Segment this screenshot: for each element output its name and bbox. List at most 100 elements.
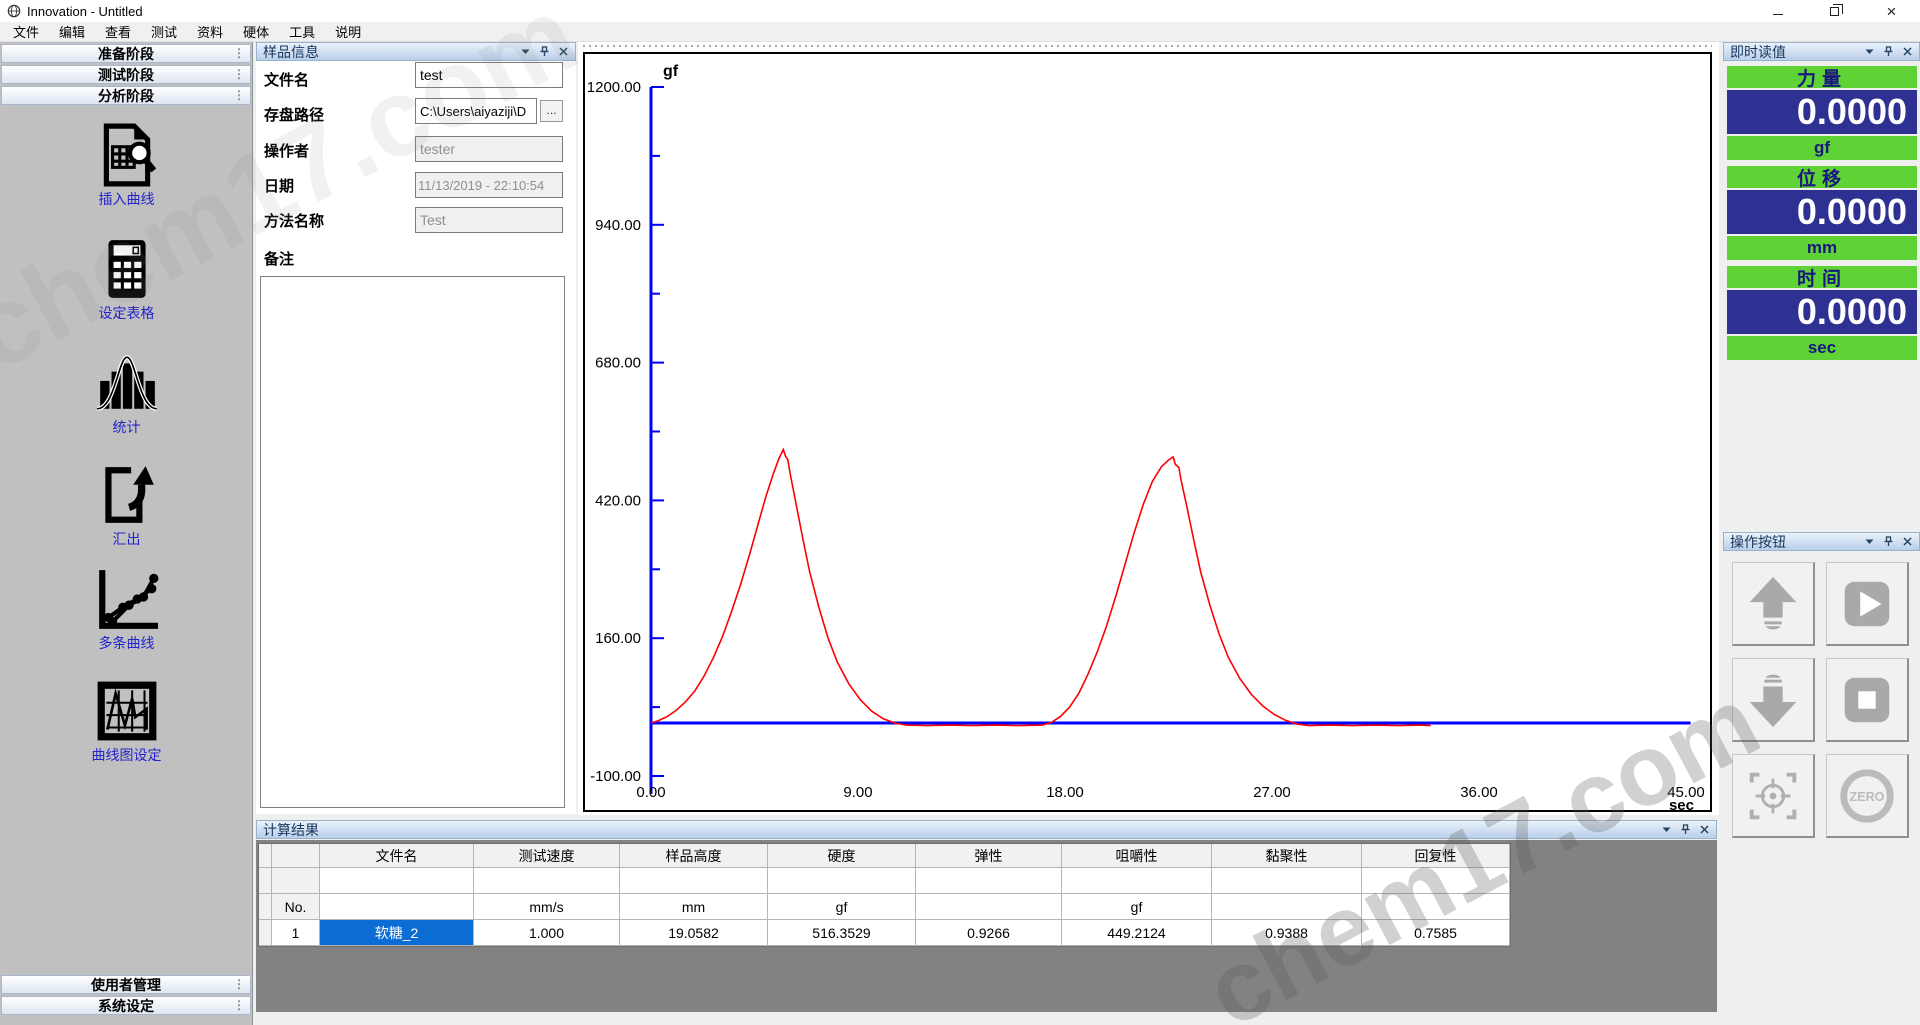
empty-cell	[474, 868, 620, 894]
tool-chart-settings[interactable]: 曲线图设定	[0, 678, 253, 765]
empty-cell	[272, 868, 320, 894]
tool-statistics[interactable]: 统计	[0, 350, 253, 437]
menu-hardware[interactable]: 硬体	[240, 22, 272, 41]
file-name-label: 文件名	[264, 69, 309, 90]
chevron-down-icon[interactable]	[1864, 46, 1875, 57]
save-path-input[interactable]: C:\Users\aiyaziji\D	[415, 98, 537, 124]
pin-icon[interactable]	[1883, 46, 1894, 57]
date-label: 日期	[264, 175, 294, 196]
sidebar-item-test-stage[interactable]: 测试阶段⋮	[1, 65, 251, 84]
grip-dots-icon: ⋮	[233, 977, 245, 991]
column-header: 咀嚼性	[1062, 844, 1212, 868]
chewiness-cell[interactable]: 449.2124	[1062, 920, 1212, 946]
app-icon	[7, 4, 21, 18]
probe-up-button[interactable]	[1732, 562, 1815, 646]
probe-down-button[interactable]	[1732, 658, 1815, 742]
menu-tools[interactable]: 工具	[286, 22, 318, 41]
menu-file[interactable]: 文件	[10, 22, 42, 41]
operator-input: tester	[415, 136, 563, 162]
column-header: 测试速度	[474, 844, 620, 868]
svg-text:27.00: 27.00	[1253, 784, 1291, 801]
browse-button[interactable]: ...	[540, 100, 563, 122]
column-header: 硬度	[768, 844, 916, 868]
svg-text:ZERO: ZERO	[1850, 789, 1885, 803]
sidebar-item-system-settings[interactable]: 系统设定⋮	[1, 996, 251, 1015]
minimize-icon	[1773, 14, 1783, 15]
close-icon[interactable]	[558, 46, 569, 57]
file-name-input[interactable]: test	[415, 62, 563, 88]
menu-edit[interactable]: 编辑	[56, 22, 88, 41]
row-number-cell[interactable]: 1	[272, 920, 320, 946]
force-reading-label: 力量	[1727, 66, 1917, 88]
grip-dots-icon: ⋮	[233, 46, 245, 60]
row-selector-cell[interactable]	[259, 920, 272, 946]
chart-canvas: 1200.00940.00680.00420.00160.00-100.000.…	[585, 54, 1710, 810]
calculator-icon	[94, 236, 160, 302]
sidebar-item-analysis-stage[interactable]: 分析阶段⋮	[1, 86, 251, 105]
unit-cell	[1212, 894, 1362, 920]
statistics-icon	[94, 350, 160, 416]
results-table: 文件名 测试速度 样品高度 硬度 弹性 咀嚼性 黏聚性 回复性 No. mm/s…	[258, 843, 1511, 947]
sidebar-item-user-management[interactable]: 使用者管理⋮	[1, 975, 251, 994]
grip-dots-icon: ⋮	[233, 67, 245, 81]
column-header: 黏聚性	[1212, 844, 1362, 868]
resilience-cell[interactable]: 0.7585	[1362, 920, 1510, 946]
restore-button[interactable]	[1806, 0, 1863, 22]
empty-cell	[1062, 868, 1212, 894]
pin-icon[interactable]	[539, 46, 550, 57]
tool-insert-curve[interactable]: 插入曲线	[0, 122, 253, 209]
grip-dots-icon: ⋮	[233, 998, 245, 1012]
stop-test-button[interactable]	[1826, 658, 1909, 742]
svg-text:420.00: 420.00	[595, 492, 641, 509]
file-name-cell[interactable]: 软糖_2	[320, 920, 474, 946]
sample-panel-header: 样品信息	[256, 42, 576, 61]
close-icon[interactable]	[1902, 536, 1913, 547]
pin-icon[interactable]	[1680, 824, 1691, 835]
menu-help[interactable]: 说明	[332, 22, 364, 41]
menu-data[interactable]: 资料	[194, 22, 226, 41]
springiness-cell[interactable]: 0.9266	[916, 920, 1062, 946]
title-bar: Innovation - Untitled ×	[0, 0, 1920, 22]
notes-textarea[interactable]	[260, 276, 565, 808]
unit-cell	[916, 894, 1062, 920]
stop-icon	[1836, 669, 1898, 731]
unit-cell: mm	[620, 894, 768, 920]
svg-text:160.00: 160.00	[595, 630, 641, 647]
test-speed-cell[interactable]: 1.000	[474, 920, 620, 946]
tool-export[interactable]: 汇出	[0, 462, 253, 549]
splitter-gripper[interactable]	[583, 44, 1712, 48]
empty-cell	[1212, 868, 1362, 894]
force-reading-unit: gf	[1727, 136, 1917, 160]
cohesiveness-cell[interactable]: 0.9388	[1212, 920, 1362, 946]
menu-test[interactable]: 测试	[148, 22, 180, 41]
minimize-button[interactable]	[1749, 0, 1806, 22]
empty-cell	[259, 868, 272, 894]
app-window: Innovation - Untitled × 文件 编辑 查看 测试 资料 硬…	[0, 0, 1920, 1025]
chevron-down-icon[interactable]	[520, 46, 531, 57]
zero-button[interactable]: ZERO	[1826, 754, 1909, 838]
sidebar-item-prepare-stage[interactable]: 准备阶段⋮	[1, 44, 251, 63]
unit-cell	[1362, 894, 1510, 920]
readings-panel-header: 即时读值	[1723, 42, 1920, 61]
close-icon[interactable]	[1902, 46, 1913, 57]
menu-view[interactable]: 查看	[102, 22, 134, 41]
close-button[interactable]: ×	[1863, 0, 1920, 22]
unit-cell: gf	[768, 894, 916, 920]
svg-text:1200.00: 1200.00	[587, 79, 641, 96]
start-test-button[interactable]	[1826, 562, 1909, 646]
unit-cell: mm/s	[474, 894, 620, 920]
chevron-down-icon[interactable]	[1661, 824, 1672, 835]
tool-multi-curve[interactable]: 多条曲线	[0, 566, 253, 653]
svg-text:gf: gf	[663, 63, 679, 80]
tool-set-table[interactable]: 设定表格	[0, 236, 253, 323]
chevron-down-icon[interactable]	[1864, 536, 1875, 547]
target-position-button[interactable]	[1732, 754, 1815, 838]
svg-text:36.00: 36.00	[1460, 784, 1498, 801]
hardness-cell[interactable]: 516.3529	[768, 920, 916, 946]
sample-height-cell[interactable]: 19.0582	[620, 920, 768, 946]
close-icon[interactable]	[1699, 824, 1710, 835]
pin-icon[interactable]	[1883, 536, 1894, 547]
sample-panel-title: 样品信息	[263, 42, 319, 62]
operator-label: 操作者	[264, 140, 309, 161]
results-panel-title: 计算结果	[263, 820, 319, 840]
